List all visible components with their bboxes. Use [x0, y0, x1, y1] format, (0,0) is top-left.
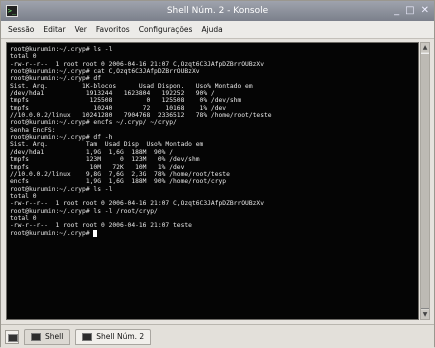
window-title: Shell Núm. 2 - Konsole: [166, 6, 269, 16]
terminal-line: -rw-r--r-- 1 root root 0 2006-04-16 21:0…: [10, 60, 265, 68]
new-session-icon[interactable]: [5, 329, 19, 344]
terminal-scrollbar[interactable]: ▲ ▼: [420, 42, 430, 320]
menu-bar: Sessão Editar Ver Favoritos Configuraçõe…: [1, 21, 434, 39]
terminal-line: root@kurumin:~/.cryp# df -h: [10, 134, 113, 142]
terminal-line: root@kurumin:~/.cryp#: [10, 229, 418, 237]
menu-editar[interactable]: Editar: [43, 25, 65, 34]
terminal-output[interactable]: root@kurumin:~/.cryp# ls -l total 0 -rw-r-…: [6, 42, 419, 320]
terminal-line: -rw-r--r-- 1 root root 0 2006-04-16 21:0…: [10, 222, 192, 230]
terminal-line: /dev/hda1 1913244 1623804 192252 90% /: [10, 90, 215, 98]
terminal-line: root@kurumin:~/.cryp# df: [10, 75, 101, 83]
close-icon[interactable]: ✕: [421, 1, 429, 21]
terminal-line: tmpfs 123M 0 123M 0% /dev/shm: [10, 156, 200, 164]
terminal-line: tmpfs 10240 72 10168 1% /dev: [10, 104, 227, 112]
maximize-icon[interactable]: □: [405, 1, 414, 21]
tab-shell-num-2[interactable]: Shell Núm. 2: [75, 328, 152, 345]
title-bar[interactable]: >_ Shell Núm. 2 - Konsole _ □ ✕: [1, 1, 434, 21]
terminal-line: -rw-r--r-- 1 root root 0 2006-04-16 21:0…: [10, 200, 265, 208]
terminal-tab-icon: [82, 332, 93, 341]
text-cursor: [93, 229, 98, 237]
terminal-line: tmpfs 125508 0 125508 0% /dev/shm: [10, 97, 242, 105]
tab-label: Shell: [45, 332, 64, 341]
terminal-line: //10.0.0.2/linux 10241280 7904768 233651…: [10, 112, 272, 120]
terminal-line: Senha EncFS:: [10, 126, 56, 134]
konsole-window: >_ Shell Núm. 2 - Konsole _ □ ✕ Sessão E…: [0, 0, 435, 348]
scroll-up-icon[interactable]: ▲: [421, 43, 429, 52]
terminal-line: total 0: [10, 53, 37, 61]
terminal-line: Sist. Arq. 1K-blocos Usad Dispon. Uso% M…: [10, 82, 253, 90]
scroll-down-icon[interactable]: ▼: [421, 310, 429, 319]
terminal-line: //10.0.0.2/linux 9,8G 7,6G 2,3G 78% /hom…: [10, 170, 230, 178]
menu-favoritos[interactable]: Favoritos: [96, 25, 130, 34]
menu-ver[interactable]: Ver: [75, 25, 87, 34]
terminal-tab-icon: [31, 332, 41, 341]
menu-configuracoes[interactable]: Configurações: [139, 25, 193, 34]
terminal-icon[interactable]: >_: [6, 5, 18, 17]
terminal-line: Sist. Arq. Tam Usad Disp Uso% Montado em: [10, 141, 204, 149]
terminal-line: encfs 1,9G 1,6G 188M 90% /home/root/cryp: [10, 178, 227, 186]
terminal-line: root@kurumin:~/.cryp# ls -l /root/cryp/: [10, 207, 158, 215]
terminal-line: root@kurumin:~/.cryp# ls -l: [10, 46, 113, 53]
menu-sessao[interactable]: Sessão: [8, 25, 34, 34]
terminal-line: tmpfs 10M 72K 10M 1% /dev: [10, 163, 185, 171]
tab-bar: Shell Shell Núm. 2: [1, 324, 434, 348]
terminal-line: total 0: [10, 192, 37, 200]
terminal-line: /dev/hda1 1,9G 1,6G 188M 90% /: [10, 148, 174, 156]
tab-label: Shell Núm. 2: [96, 332, 145, 341]
terminal-line: total 0: [10, 214, 37, 222]
terminal-line: root@kurumin:~/.cryp# cat C,Ozqt6C3JAfpD…: [10, 68, 200, 76]
window-controls: _ □ ✕: [394, 1, 429, 21]
menu-ajuda[interactable]: Ajuda: [201, 25, 222, 34]
minimize-icon[interactable]: _: [394, 1, 399, 21]
tab-shell[interactable]: Shell: [24, 328, 71, 345]
terminal-line: root@kurumin:~/.cryp# ls -l: [10, 185, 113, 193]
scroll-thumb[interactable]: [421, 53, 429, 309]
terminal-line: root@kurumin:~/.cryp# encfs ~/.cryp/ ~/c…: [10, 119, 177, 127]
